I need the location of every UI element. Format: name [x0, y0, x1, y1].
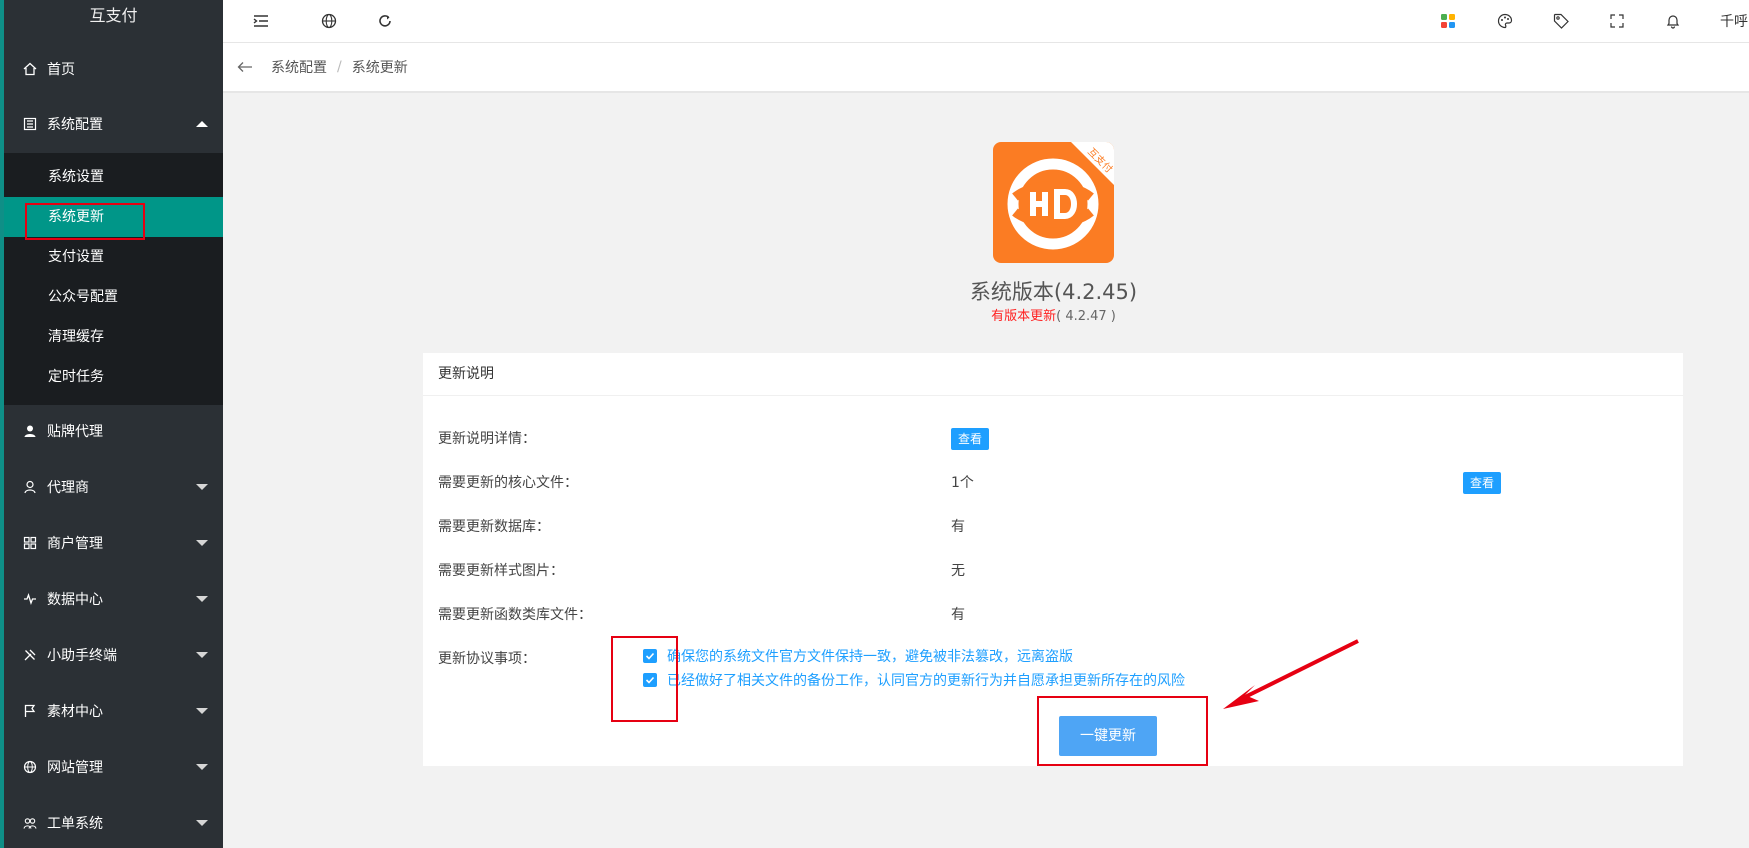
- agreement-item-2[interactable]: 已经做好了相关文件的备份工作，认同官方的更新行为并自愿承担更新所存在的风险: [643, 670, 1185, 690]
- sidebar-item-assistant[interactable]: 小助手终端: [4, 635, 223, 675]
- row-label-styles: 需要更新样式图片：: [438, 563, 564, 579]
- apps-icon[interactable]: [1436, 9, 1460, 33]
- user-icon: [23, 424, 37, 438]
- new-version: ( 4.2.47 ): [1056, 309, 1116, 324]
- tag-icon[interactable]: [1549, 9, 1573, 33]
- sidebar-item-data-center[interactable]: 数据中心: [4, 579, 223, 619]
- tools-icon: [23, 648, 37, 662]
- agreement-item-1[interactable]: 确保您的系统文件官方文件保持一致，避免被非法篡改，远离盗版: [643, 646, 1073, 666]
- row-label-detail: 更新说明详情：: [438, 431, 536, 447]
- back-arrow-icon[interactable]: [237, 61, 253, 73]
- sidebar-item-label: 首页: [47, 62, 75, 78]
- collapse-menu-icon[interactable]: [249, 9, 273, 33]
- chevron-down-icon: [196, 540, 208, 546]
- card-header: 更新说明: [423, 353, 1683, 396]
- row-label-library: 需要更新函数类库文件：: [438, 607, 592, 623]
- submenu-item-payment[interactable]: 支付设置: [4, 237, 223, 277]
- app-logo-image: 互支付: [993, 142, 1114, 263]
- agreement-text: 确保您的系统文件官方文件保持一致，避免被非法篡改，远离盗版: [667, 649, 1073, 665]
- breadcrumb-bar: 系统配置 / 系统更新: [223, 43, 1749, 93]
- person-icon: [23, 480, 37, 494]
- chevron-down-icon: [196, 820, 208, 826]
- theme-palette-icon[interactable]: [1493, 9, 1517, 33]
- sidebar-item-label: 代理商: [47, 480, 89, 496]
- sidebar-item-label: 系统配置: [47, 117, 103, 133]
- update-available-text: 有版本更新( 4.2.47 ): [900, 305, 1207, 324]
- fullscreen-icon[interactable]: [1605, 9, 1629, 33]
- sidebar-item-label: 工单系统: [47, 816, 103, 832]
- grid-icon: [23, 536, 37, 550]
- sidebar-item-brand-agent[interactable]: 贴牌代理: [4, 411, 223, 451]
- sidebar-item-ticket[interactable]: 工单系统: [4, 803, 223, 843]
- submenu-system-config: 系统设置 系统更新 支付设置 公众号配置 清理缓存 定时任务: [4, 153, 223, 405]
- website-globe-icon[interactable]: [317, 9, 341, 33]
- home-icon: [23, 62, 37, 76]
- submenu-item-settings[interactable]: 系统设置: [4, 157, 223, 197]
- sidebar-item-label: 商户管理: [47, 536, 103, 552]
- row-value-database: 有: [951, 519, 965, 535]
- globe-icon: [23, 760, 37, 774]
- refresh-icon[interactable]: [373, 9, 397, 33]
- submenu-item-cron[interactable]: 定时任务: [4, 357, 223, 397]
- sidebar-item-website[interactable]: 网站管理: [4, 747, 223, 787]
- sidebar-item-system-config[interactable]: 系统配置: [4, 104, 223, 144]
- pulse-icon: [23, 592, 37, 606]
- update-label: 有版本更新: [991, 309, 1057, 324]
- sidebar-item-agent[interactable]: 代理商: [4, 467, 223, 507]
- user-name[interactable]: 千呼: [1720, 11, 1748, 31]
- sidebar: 互支付 首页 系统配置 系统设置 系统更新 支付设置 公众号配置 清理缓存 定时…: [4, 0, 223, 848]
- group-icon: [23, 816, 37, 830]
- chevron-up-icon: [196, 121, 208, 127]
- system-version-title: 系统版本(4.2.45): [969, 280, 1138, 304]
- bell-icon[interactable]: [1661, 9, 1685, 33]
- breadcrumb-parent[interactable]: 系统配置: [271, 57, 327, 77]
- sidebar-item-label: 数据中心: [47, 592, 103, 608]
- agreement-text: 已经做好了相关文件的备份工作，认同官方的更新行为并自愿承担更新所存在的风险: [667, 673, 1185, 689]
- highlight-box-checkboxes: [611, 636, 678, 722]
- sidebar-item-label: 素材中心: [47, 704, 103, 720]
- annotation-arrow: [1223, 639, 1359, 709]
- sidebar-item-label: 贴牌代理: [47, 424, 103, 440]
- config-icon: [23, 117, 37, 131]
- highlight-box-update-button: [1037, 696, 1208, 766]
- submenu-item-cache[interactable]: 清理缓存: [4, 317, 223, 357]
- breadcrumb-current: 系统更新: [351, 60, 408, 76]
- row-value-library: 有: [951, 607, 965, 623]
- submenu-item-wechat[interactable]: 公众号配置: [4, 277, 223, 317]
- view-detail-button[interactable]: 查看: [951, 428, 990, 450]
- row-label-database: 需要更新数据库：: [438, 519, 550, 535]
- sidebar-item-label: 网站管理: [47, 760, 103, 776]
- sidebar-item-material[interactable]: 素材中心: [4, 691, 223, 731]
- chevron-down-icon: [196, 708, 208, 714]
- chevron-down-icon: [196, 652, 208, 658]
- sidebar-item-home[interactable]: 首页: [4, 49, 223, 89]
- breadcrumb-separator: /: [337, 59, 342, 75]
- chevron-down-icon: [196, 484, 208, 490]
- row-value-styles: 无: [951, 563, 965, 579]
- chevron-down-icon: [196, 764, 208, 770]
- sidebar-item-label: 小助手终端: [47, 648, 117, 664]
- breadcrumb: 系统配置 / 系统更新: [271, 57, 408, 77]
- chevron-down-icon: [196, 596, 208, 602]
- highlight-box-update-menu: [25, 203, 145, 240]
- app-logo-text: 互支付: [89, 6, 138, 25]
- view-files-button[interactable]: 查看: [1463, 472, 1502, 494]
- top-toolbar: 千呼: [223, 0, 1749, 43]
- sidebar-item-merchant[interactable]: 商户管理: [4, 523, 223, 563]
- row-label-core-files: 需要更新的核心文件：: [438, 475, 578, 491]
- row-value-core-files: 1个: [951, 475, 974, 491]
- row-label-agreement: 更新协议事项：: [438, 651, 536, 667]
- flag-icon: [23, 704, 37, 718]
